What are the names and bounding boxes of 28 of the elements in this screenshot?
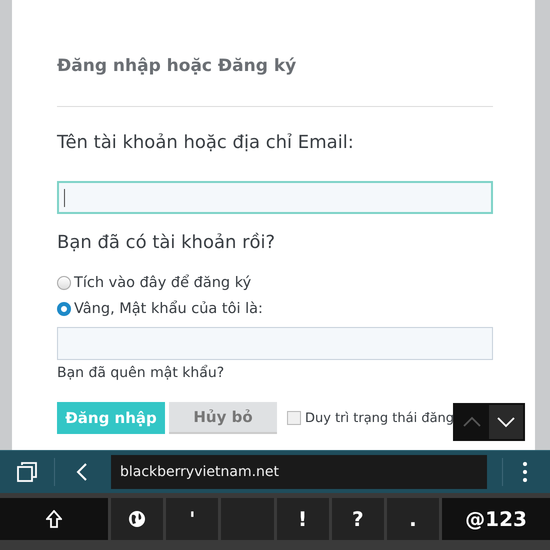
next-button[interactable] xyxy=(489,405,523,439)
address-field[interactable]: blackberryvietnam.net xyxy=(111,455,487,489)
shift-icon xyxy=(46,510,62,528)
character-key[interactable]: ' xyxy=(166,498,218,540)
globe-icon xyxy=(127,509,148,529)
character-key[interactable]: . xyxy=(386,498,440,540)
character-key[interactable]: ? xyxy=(332,498,384,540)
language-key[interactable] xyxy=(111,498,164,540)
checkbox[interactable] xyxy=(287,411,301,425)
radio-label: Tích vào đây để đăng ký xyxy=(74,275,252,291)
forgot-password-link[interactable]: Bạn đã quên mật khẩu? xyxy=(57,365,535,381)
password-field[interactable] xyxy=(57,327,493,360)
back-icon xyxy=(76,462,88,482)
radio-button[interactable] xyxy=(57,302,71,316)
remember-label: Duy trì trạng thái đăng xyxy=(305,410,454,426)
shift-key[interactable] xyxy=(0,498,108,540)
radio-button[interactable] xyxy=(57,276,71,290)
symbols-key[interactable]: @123 xyxy=(442,498,550,540)
tabs-icon xyxy=(15,460,39,484)
radio-label: Vâng, Mật khẩu của tôi là: xyxy=(74,301,263,317)
more-icon xyxy=(523,462,527,482)
email-field[interactable] xyxy=(57,181,493,214)
chevron-up-icon xyxy=(462,415,482,429)
chevron-down-icon xyxy=(496,415,516,429)
account-question: Bạn đã có tài khoản rồi? xyxy=(57,232,276,253)
form-title: Đăng nhập hoặc Đăng ký xyxy=(57,56,298,76)
email-label: Tên tài khoản hoặc địa chỉ Email: xyxy=(57,132,355,153)
character-key[interactable]: ! xyxy=(276,498,329,540)
